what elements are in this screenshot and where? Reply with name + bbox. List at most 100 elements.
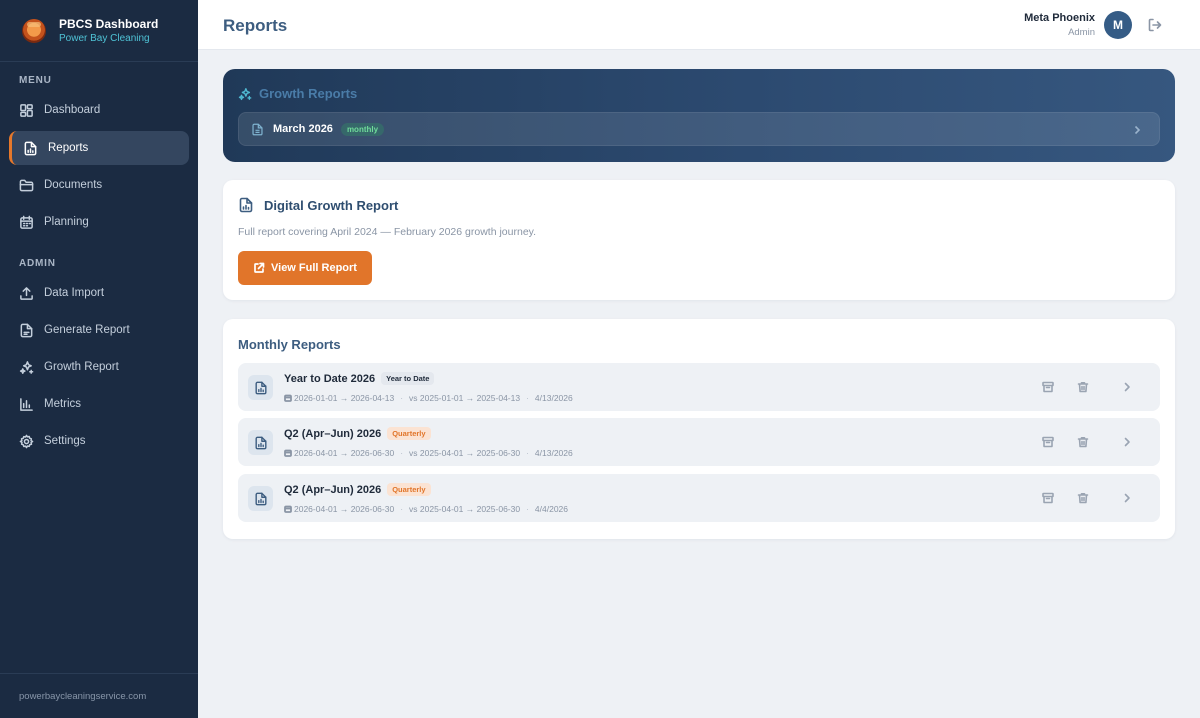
external-link-icon [254,262,265,273]
calendar-icon [284,505,292,513]
archive-button[interactable] [1042,381,1054,393]
report-range: 2026-04-01 → 2026-06-30 [294,504,395,514]
user-name: Meta Phoenix [1024,12,1095,24]
sidebar-item-label: Settings [44,435,86,447]
growth-report-label: March 2026 [273,123,333,135]
report-row[interactable]: Q2 (Apr–Jun) 2026 Quarterly 2026-04-01 →… [238,474,1160,522]
gear-icon [19,434,34,448]
sidebar-item-label: Reports [48,142,89,154]
report-row[interactable]: Year to Date 2026 Year to Date 2026-01-0… [238,363,1160,411]
sidebar-item-metrics[interactable]: Metrics [9,387,189,421]
admin-heading: ADMIN [19,258,56,269]
growth-report-row[interactable]: March 2026 monthly [238,112,1160,146]
sidebar-item-label: Growth Report [44,361,119,373]
avatar[interactable]: M [1104,11,1132,39]
report-name: Year to Date 2026 [284,372,376,385]
sidebar-item-label: Data Import [44,287,105,299]
report-type-badge: Quarterly [387,483,431,496]
sidebar-item-data-import[interactable]: Data Import [9,276,189,310]
sidebar-item-planning[interactable]: Planning [9,205,189,239]
sidebar-item-label: Generate Report [44,324,130,336]
sparkles-icon [19,360,34,374]
report-compare: vs 2025-04-01 → 2025-06-30 [409,448,521,458]
top-header: Reports Meta Phoenix Admin M [198,0,1200,50]
sidebar: PBCS Dashboard Power Bay Cleaning MENU D… [0,0,198,718]
file-add-icon [20,323,33,337]
archive-icon [1042,492,1054,504]
sidebar-item-generate-report[interactable]: Generate Report [9,313,189,347]
footer-domain[interactable]: powerbaycleaningservice.com [0,673,198,718]
calendar-icon [20,215,33,229]
file-chart-icon [239,197,253,213]
report-file-icon [248,375,273,400]
page-title: Reports [223,16,288,35]
sidebar-item-label: Planning [44,216,89,228]
open-report-button[interactable] [1121,381,1133,393]
monthly-badge: monthly [340,122,385,136]
report-name: Q2 (Apr–Jun) 2026 [284,483,382,496]
report-name: Q2 (Apr–Jun) 2026 [284,427,382,440]
calendar-icon [284,394,292,402]
sidebar-item-settings[interactable]: Settings [9,424,189,458]
trash-icon [1077,493,1089,504]
monthly-reports-card: Monthly Reports Year to Date 2026 Year t… [223,319,1175,539]
trash-icon [1077,437,1089,448]
sidebar-item-reports[interactable]: Reports [9,131,189,165]
report-date: 4/13/2026 [534,448,573,458]
report-meta: 2026-01-01 → 2026-04-13 · vs 2025-01-01 … [284,393,573,403]
report-meta: 2026-04-01 → 2026-06-30 · vs 2025-04-01 … [284,504,568,514]
sidebar-item-label: Metrics [44,398,82,410]
monthly-reports-title: Monthly Reports [238,337,341,352]
brand[interactable]: PBCS Dashboard Power Bay Cleaning [0,0,198,62]
archive-button[interactable] [1042,436,1054,448]
report-compare: vs 2025-01-01 → 2025-04-13 [409,393,521,403]
logout-icon [1148,18,1162,32]
sidebar-item-label: Dashboard [44,104,101,116]
report-type-badge: Year to Date [381,372,435,385]
logout-button[interactable] [1147,17,1163,33]
sidebar-item-documents[interactable]: Documents [9,168,189,202]
chevron-right-icon [1124,493,1130,503]
chevron-right-icon [1124,382,1130,392]
open-report-button[interactable] [1121,492,1133,504]
brand-subtitle: Power Bay Cleaning [59,32,150,44]
menu-heading: MENU [19,75,52,86]
view-full-report-button[interactable]: View Full Report [238,251,372,285]
brand-logo [22,18,46,43]
delete-button[interactable] [1077,436,1089,448]
report-date: 4/4/2026 [534,504,569,514]
archive-button[interactable] [1042,492,1054,504]
brand-title: PBCS Dashboard [59,16,159,31]
delete-button[interactable] [1077,492,1089,504]
report-date: 4/13/2026 [534,393,573,403]
report-compare: vs 2025-04-01 → 2025-06-30 [409,504,521,514]
folder-icon [19,179,34,191]
chevron-right-icon [1124,437,1130,447]
digital-growth-description: Full report covering April 2024 — Februa… [238,226,537,238]
chevron-right-icon [1131,123,1143,141]
trash-icon [1077,382,1089,393]
report-file-icon [248,430,273,455]
archive-icon [1042,436,1054,448]
digital-growth-heading: Digital Growth Report [238,197,398,213]
growth-reports-title: Growth Reports [259,86,358,101]
user-role: Admin [1068,27,1095,38]
sidebar-item-label: Documents [44,179,103,191]
open-report-button[interactable] [1121,436,1133,448]
report-meta: 2026-04-01 → 2026-06-30 · vs 2025-04-01 … [284,448,573,458]
digital-growth-title: Digital Growth Report [264,197,399,213]
report-file-icon [248,486,273,511]
sidebar-item-dashboard[interactable]: Dashboard [9,93,189,127]
report-range: 2026-01-01 → 2026-04-13 [294,393,395,403]
sidebar-item-growth-report[interactable]: Growth Report [9,350,189,384]
delete-button[interactable] [1077,381,1089,393]
digital-growth-card: Digital Growth Report Full report coveri… [223,180,1175,300]
bar-chart-icon [20,397,33,411]
report-range: 2026-04-01 → 2026-06-30 [294,448,395,458]
report-row[interactable]: Q2 (Apr–Jun) 2026 Quarterly 2026-04-01 →… [238,418,1160,466]
file-chart-icon [24,141,37,155]
growth-reports-card: Growth Reports March 2026 monthly [223,69,1175,162]
calendar-icon [284,449,292,457]
archive-icon [1042,381,1054,393]
sparkles-icon [238,87,252,100]
